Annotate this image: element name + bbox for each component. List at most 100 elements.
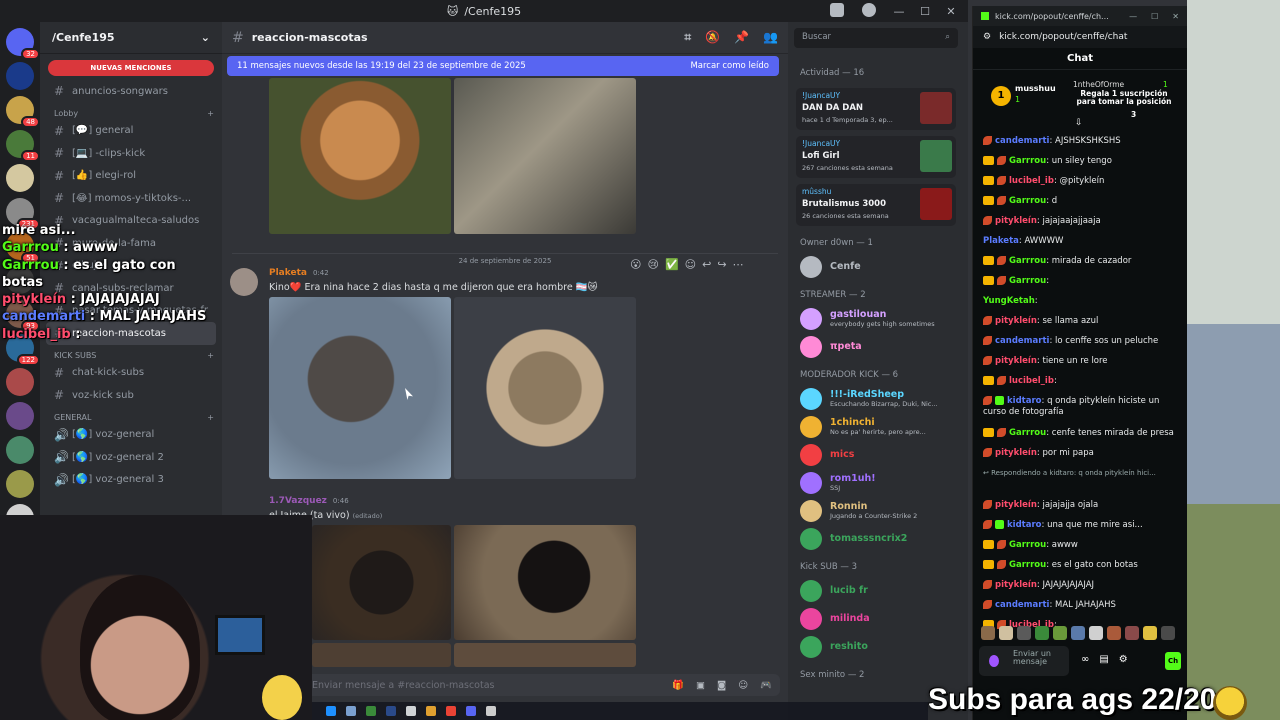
server-icon[interactable] bbox=[6, 436, 34, 464]
emote-icon[interactable] bbox=[1143, 626, 1157, 640]
member-row[interactable]: tomasssncrix2 bbox=[800, 526, 907, 552]
member-row[interactable]: lucib fr bbox=[800, 578, 868, 604]
member-row[interactable]: reshito bbox=[800, 634, 868, 660]
chat-username[interactable]: Garrrou bbox=[1009, 196, 1046, 206]
member-row[interactable]: milinda bbox=[800, 606, 870, 632]
search-input[interactable]: Buscar ⌕ bbox=[794, 28, 958, 48]
chat-username[interactable]: Garrrou bbox=[1009, 256, 1046, 266]
server-icon[interactable]: 48 bbox=[6, 96, 40, 128]
chat-username[interactable]: Garrrou bbox=[1009, 276, 1046, 286]
server-icon[interactable]: 32 bbox=[6, 28, 40, 60]
taskbar-app-icon[interactable] bbox=[486, 706, 496, 716]
emote-icon[interactable] bbox=[1107, 626, 1121, 640]
reaction-icon[interactable]: 😮 bbox=[630, 258, 641, 271]
threads-icon[interactable]: ⌗ bbox=[684, 30, 691, 45]
member-row[interactable]: πpeta bbox=[800, 334, 862, 360]
gift-cta-text[interactable]: Regala 1 suscripción para tomar la posic… bbox=[1073, 89, 1175, 107]
chat-send-button[interactable]: Ch bbox=[1165, 652, 1181, 670]
chat-username[interactable]: pitykleín bbox=[995, 316, 1037, 326]
chat-username[interactable]: pitykleín bbox=[995, 580, 1037, 590]
inbox-icon[interactable] bbox=[830, 3, 844, 17]
chat-username[interactable]: kidtaro bbox=[1007, 396, 1041, 406]
add-channel-icon[interactable]: + bbox=[207, 109, 214, 118]
message-author[interactable]: Plaketa 0:42 bbox=[269, 268, 329, 278]
chat-username[interactable]: candemarti bbox=[995, 336, 1049, 346]
channel-item[interactable]: # [💻] -clips-kick bbox=[40, 142, 222, 165]
channel-item[interactable]: # [😂] momos-y-tiktoks-... bbox=[40, 187, 222, 210]
chat-username[interactable]: Garrrou bbox=[1009, 540, 1046, 550]
close-button[interactable]: ✕ bbox=[1172, 12, 1179, 21]
activity-card[interactable]: !JuancaUY DAN DA DAN hace 1 d Temporada 3,… bbox=[796, 88, 956, 130]
chat-username[interactable]: YungKetah bbox=[983, 296, 1035, 306]
emote-icon[interactable] bbox=[1017, 626, 1031, 640]
channel-item[interactable]: 🔊 [🌎] voz-general bbox=[40, 424, 222, 447]
channel-item[interactable]: # chat-kick-subs bbox=[40, 362, 222, 385]
chat-username[interactable]: Garrrou bbox=[1009, 428, 1046, 438]
add-channel-icon[interactable]: + bbox=[207, 413, 214, 422]
emote-icon[interactable] bbox=[1161, 626, 1175, 640]
maximize-button[interactable]: ☐ bbox=[914, 5, 936, 18]
activity-card[interactable]: !JuancaUY Lofi Girl 267 canciones esta sem… bbox=[796, 136, 956, 178]
add-channel-icon[interactable]: + bbox=[207, 351, 214, 360]
mark-read-button[interactable]: Marcar como leído bbox=[690, 61, 769, 71]
server-icon[interactable] bbox=[6, 62, 34, 90]
address-bar[interactable]: ⚙ kick.com/popout/cenffe/chat bbox=[973, 26, 1187, 48]
more-icon[interactable]: ⋯ bbox=[733, 258, 744, 271]
chat-username[interactable]: candemarti bbox=[995, 136, 1049, 146]
emoji-icon[interactable]: ☺ bbox=[738, 680, 748, 691]
taskbar-app-icon[interactable] bbox=[366, 706, 376, 716]
cat-photo[interactable] bbox=[269, 78, 451, 234]
members-icon[interactable]: 👥 bbox=[763, 30, 778, 45]
server-header[interactable]: /Cenfe195 ⌄ bbox=[40, 22, 222, 54]
new-messages-banner[interactable]: 11 mensajes nuevos desde las 19:19 del 2… bbox=[227, 56, 779, 76]
emote-icon[interactable] bbox=[1089, 626, 1103, 640]
member-row[interactable]: Cenfe bbox=[800, 254, 861, 280]
chat-input[interactable]: Enviar un mensaje bbox=[979, 646, 1069, 676]
channel-item[interactable]: # anuncios-songwars bbox=[40, 80, 222, 103]
server-icon[interactable]: 11 bbox=[6, 130, 40, 162]
server-icon[interactable] bbox=[6, 164, 34, 192]
new-mentions-pill[interactable]: NUEVAS MENCIONES bbox=[48, 60, 214, 76]
member-row[interactable]: rom1uh! SSJ bbox=[800, 470, 876, 496]
channel-category[interactable]: KICK SUBS + bbox=[40, 345, 222, 362]
chat-username[interactable]: lucibel_ib bbox=[1009, 376, 1054, 386]
gif-icon[interactable]: ▣ bbox=[696, 680, 705, 691]
dog-photo[interactable] bbox=[454, 643, 636, 667]
emote-icon[interactable] bbox=[1071, 626, 1085, 640]
channel-item[interactable]: # [👍] elegi-rol bbox=[40, 165, 222, 188]
dog-photo[interactable] bbox=[454, 525, 636, 640]
chat-username[interactable]: pitykleín bbox=[995, 448, 1037, 458]
minimize-button[interactable]: — bbox=[888, 5, 910, 18]
emote-icon[interactable] bbox=[1035, 626, 1049, 640]
mic-icon[interactable] bbox=[989, 655, 999, 667]
quick-emote-icon[interactable]: ∞ bbox=[1081, 654, 1089, 665]
message-composer[interactable]: Enviar mensaje a #reaccion-mascotas 🎁 ▣ ◙ ☺… bbox=[304, 674, 780, 696]
chat-username[interactable]: Garrrou bbox=[1009, 156, 1046, 166]
mute-icon[interactable]: 🔕 bbox=[705, 30, 720, 45]
channel-item[interactable]: 🔊 [🌎] voz-general 2 bbox=[40, 446, 222, 469]
channel-category[interactable]: GENERAL + bbox=[40, 407, 222, 424]
dog-photo[interactable] bbox=[312, 525, 451, 640]
taskbar-app-icon[interactable] bbox=[446, 706, 456, 716]
member-row[interactable]: Ronnin Jugando a Counter-Strike 2 bbox=[800, 498, 917, 524]
emote-icon[interactable] bbox=[981, 626, 995, 640]
forward-icon[interactable]: ↪ bbox=[717, 258, 726, 271]
taskbar-app-icon[interactable] bbox=[426, 706, 436, 716]
activity-card[interactable]: mûsshu Brutalismus 3000 26 canciones esta … bbox=[796, 184, 956, 226]
cat-photo[interactable] bbox=[454, 78, 636, 234]
collapse-icon[interactable]: ⇩ bbox=[1075, 118, 1083, 128]
chat-username[interactable]: pitykleín bbox=[995, 356, 1037, 366]
maximize-button[interactable]: ☐ bbox=[1151, 12, 1158, 21]
cat-photo[interactable] bbox=[269, 297, 451, 479]
avatar[interactable] bbox=[230, 268, 258, 296]
emote-icon[interactable] bbox=[1125, 626, 1139, 640]
dog-photo[interactable] bbox=[312, 643, 451, 667]
server-icon[interactable] bbox=[6, 470, 34, 498]
gift-icon[interactable]: ▤ bbox=[1099, 654, 1108, 665]
close-button[interactable]: ✕ bbox=[940, 5, 962, 18]
pin-icon[interactable]: 📌 bbox=[734, 30, 749, 45]
reaction-icon[interactable]: 😢 bbox=[647, 258, 658, 271]
reaction-icon[interactable]: ✅ bbox=[665, 258, 679, 271]
channel-item[interactable]: # voz-kick sub bbox=[40, 384, 222, 407]
chat-username[interactable]: pitykleín bbox=[995, 500, 1037, 510]
